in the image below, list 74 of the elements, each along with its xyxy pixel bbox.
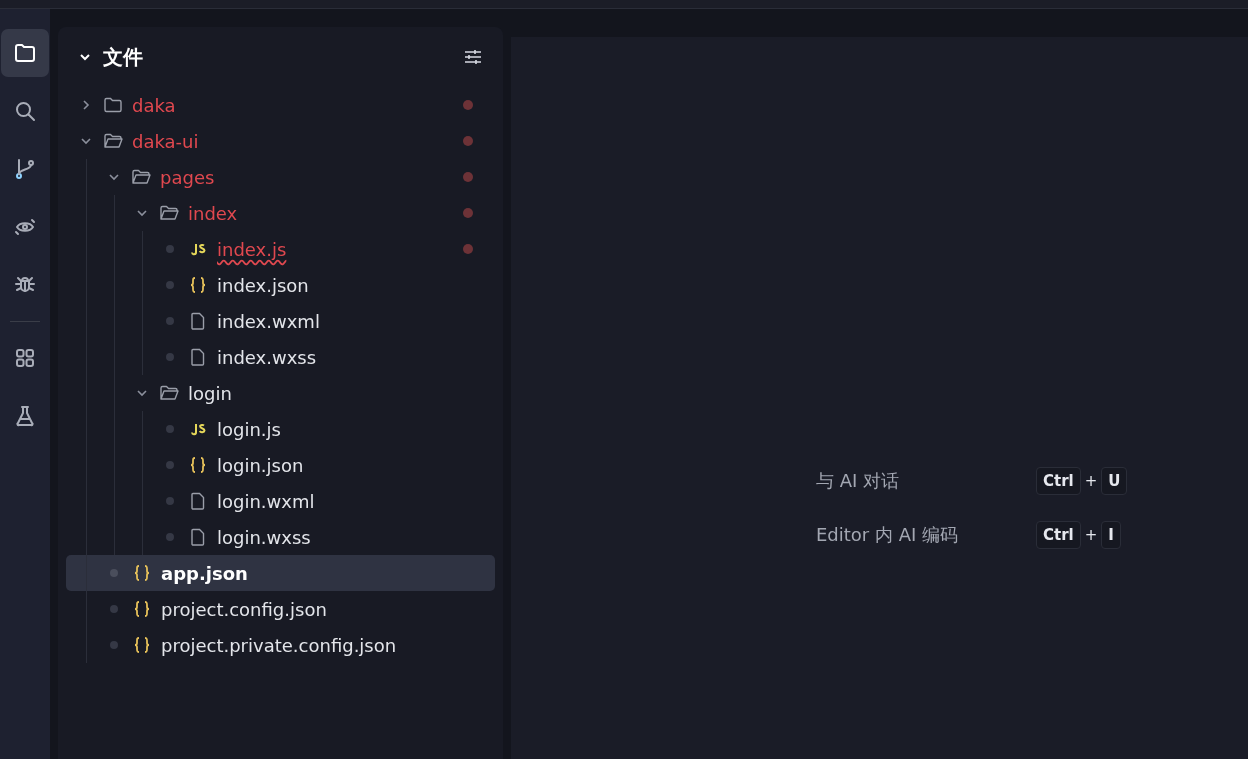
- tree-item[interactable]: daka-ui: [66, 123, 495, 159]
- file-name: login.wxss: [217, 526, 311, 548]
- key-cap: U: [1101, 467, 1128, 495]
- bullet-icon: [166, 425, 174, 433]
- bullet-icon: [166, 281, 174, 289]
- tree-item[interactable]: app.json: [66, 555, 495, 591]
- folder-icon: [103, 95, 123, 115]
- tree-item[interactable]: login.json: [66, 447, 495, 483]
- tree-item[interactable]: login.wxml: [66, 483, 495, 519]
- bullet-icon: [166, 497, 174, 505]
- bullet-icon: [166, 461, 174, 469]
- tree-item[interactable]: project.config.json: [66, 591, 495, 627]
- file-name: index.wxml: [217, 310, 320, 332]
- braces-icon: [132, 599, 152, 619]
- folder-icon: [103, 131, 123, 151]
- shortcut-label: Editor 内 AI 编码: [816, 523, 960, 547]
- bullet-icon: [166, 353, 174, 361]
- bullet-icon: [110, 641, 118, 649]
- panel-title: 文件: [103, 43, 144, 71]
- modified-dot: [463, 208, 473, 218]
- grid-icon: [13, 346, 37, 370]
- file-name: index.json: [217, 274, 309, 296]
- braces-icon: [188, 275, 208, 295]
- flask-icon: [13, 404, 37, 428]
- tree-item[interactable]: index.wxml: [66, 303, 495, 339]
- bullet-icon: [110, 605, 118, 613]
- file-name: index: [188, 202, 238, 224]
- file-name: daka: [132, 94, 176, 116]
- activity-button[interactable]: [1, 29, 49, 77]
- folder-icon: [13, 41, 37, 65]
- tree-item[interactable]: daka: [66, 87, 495, 123]
- tree-item[interactable]: login: [66, 375, 495, 411]
- file-name: login.json: [217, 454, 304, 476]
- folder-icon: [159, 383, 179, 403]
- tree-item[interactable]: project.private.config.json: [66, 627, 495, 663]
- key-cap: Ctrl: [1036, 467, 1081, 495]
- folder-icon: [131, 167, 151, 187]
- braces-icon: [188, 455, 208, 475]
- tree-item[interactable]: index.js: [66, 231, 495, 267]
- bullet-icon: [166, 533, 174, 541]
- plus-sign: +: [1084, 472, 1098, 490]
- file-name: index.js: [217, 238, 287, 260]
- bullet-icon: [166, 245, 174, 253]
- braces-icon: [132, 563, 152, 583]
- bullet-icon: [110, 569, 118, 577]
- bullet-icon: [166, 317, 174, 325]
- search-icon: [13, 99, 37, 123]
- modified-dot: [463, 172, 473, 182]
- modified-dot: [463, 136, 473, 146]
- file-name: login.wxml: [217, 490, 315, 512]
- braces-icon: [132, 635, 152, 655]
- file-name: index.wxss: [217, 346, 317, 368]
- file-name: project.config.json: [161, 598, 327, 620]
- branch-icon: [13, 157, 37, 181]
- tree-item[interactable]: pages: [66, 159, 495, 195]
- file-name: daka-ui: [132, 130, 199, 152]
- chevron-down-icon[interactable]: [79, 51, 91, 63]
- tree-item[interactable]: login.js: [66, 411, 495, 447]
- file-name: app.json: [161, 562, 248, 584]
- modified-dot: [463, 100, 473, 110]
- tree-item[interactable]: index.wxss: [66, 339, 495, 375]
- tree-item[interactable]: index.json: [66, 267, 495, 303]
- folder-icon: [159, 203, 179, 223]
- plus-sign: +: [1084, 526, 1098, 544]
- file-name: pages: [160, 166, 215, 188]
- filter-icon[interactable]: [463, 47, 483, 67]
- modified-dot: [463, 244, 473, 254]
- file-name: login: [188, 382, 232, 404]
- file-name: login.js: [217, 418, 281, 440]
- key-cap: I: [1101, 521, 1121, 549]
- file-name: project.private.config.json: [161, 634, 397, 656]
- key-cap: Ctrl: [1036, 521, 1081, 549]
- shortcut-label: 与 AI 对话: [816, 469, 901, 493]
- tree-item[interactable]: index: [66, 195, 495, 231]
